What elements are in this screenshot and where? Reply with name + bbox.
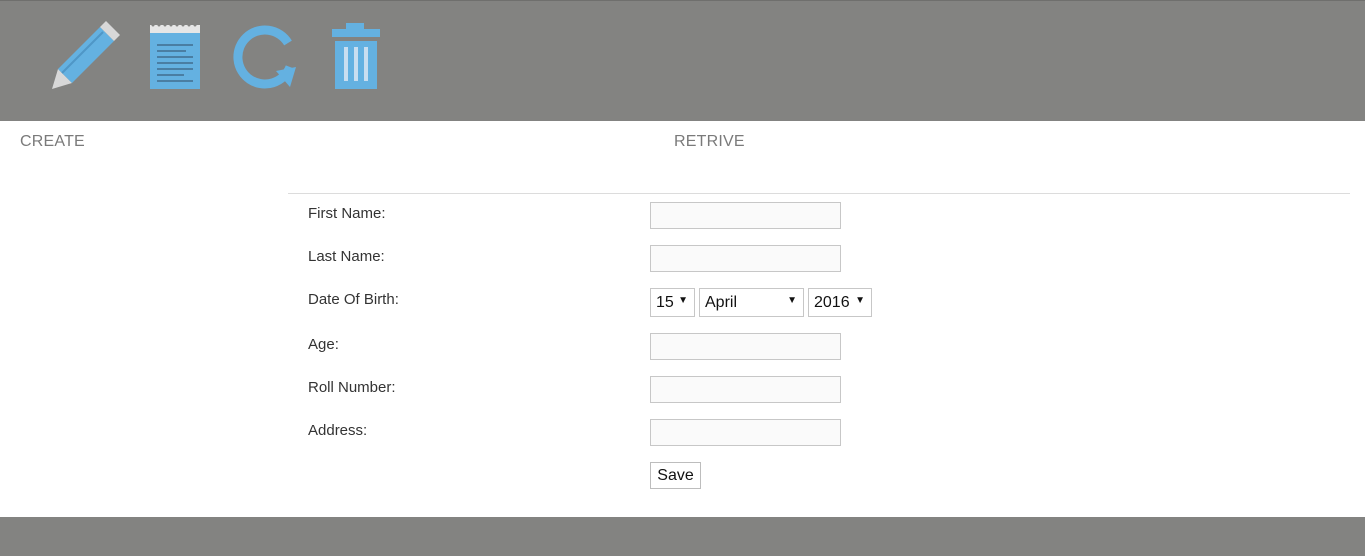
dob-year-value: 2016 [814,294,850,311]
address-input[interactable] [650,419,841,446]
date-of-birth-label: Date Of Birth: [308,291,399,308]
first-name-input[interactable] [650,202,841,229]
age-input[interactable] [650,333,841,360]
dob-month-select[interactable]: April ▼ [699,288,804,317]
page: CREATE RETRIVE First Name: Last Name: Da… [0,0,1365,560]
first-name-label: First Name: [308,205,386,222]
pencil-icon[interactable] [48,21,120,93]
roll-number-input[interactable] [650,376,841,403]
last-name-label: Last Name: [308,248,385,265]
trash-icon[interactable] [326,21,386,93]
dob-year-select[interactable]: 2016 ▼ [808,288,872,317]
toolbar [0,0,1365,121]
dob-day-select[interactable]: 15 ▼ [650,288,695,317]
dob-day-value: 15 [656,294,674,311]
last-name-input[interactable] [650,245,841,272]
notepad-icon[interactable] [146,21,206,93]
dob-month-value: April [705,294,738,311]
footer [0,517,1365,556]
refresh-icon[interactable] [230,21,300,93]
nav-create-link[interactable]: CREATE [20,133,85,151]
address-label: Address: [308,422,368,439]
nav-retrieve-link[interactable]: RETRIVE [674,133,745,151]
dropdown-arrow-icon: ▼ [678,295,688,306]
save-button[interactable]: Save [650,462,701,489]
dropdown-arrow-icon: ▼ [787,295,797,306]
divider [288,193,1350,194]
dropdown-arrow-icon: ▼ [855,295,865,306]
age-label: Age: [308,336,339,353]
roll-number-label: Roll Number: [308,379,396,396]
